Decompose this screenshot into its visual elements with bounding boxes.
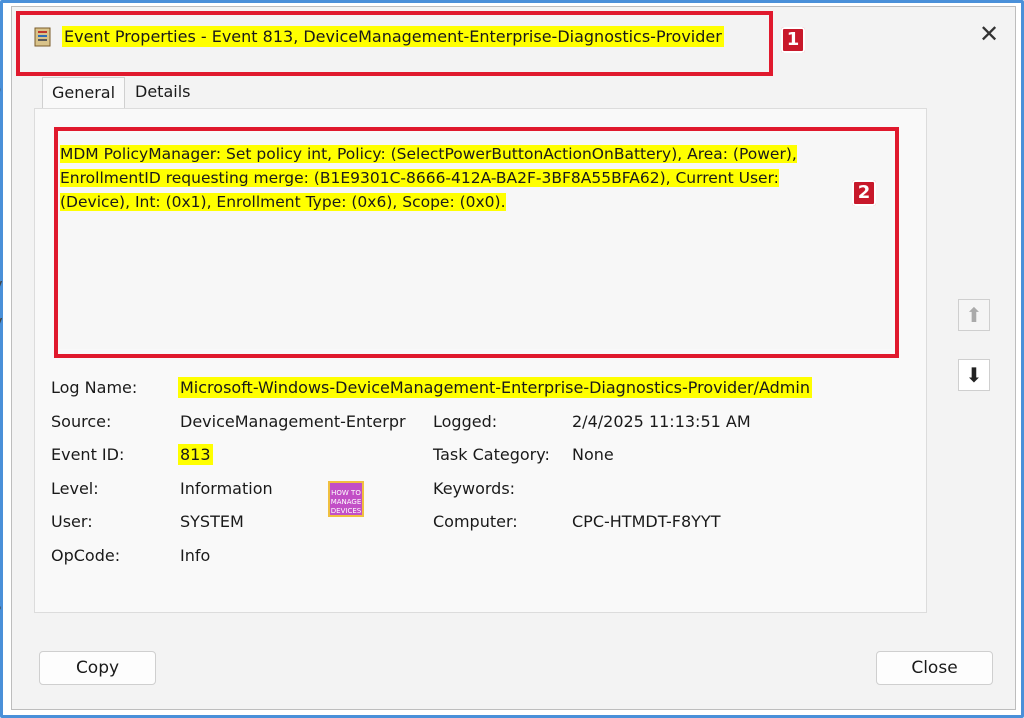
close-button[interactable]: Close (876, 651, 993, 685)
logo-line-2: MANAGE (330, 498, 362, 506)
logo-line-3: DEVICES (330, 507, 362, 515)
arrow-down-icon: ⬇ (965, 363, 983, 387)
bg-char: a (0, 488, 1, 506)
task-category-label: Task Category: (433, 445, 550, 464)
logged-label: Logged: (433, 412, 498, 431)
source-value: DeviceManagement-Enterpr (180, 412, 406, 431)
event-properties-window: Event Properties - Event 813, DeviceMana… (11, 6, 1016, 710)
annotation-badge-1: 1 (781, 27, 805, 53)
arrow-up-icon: ⬆ (965, 303, 983, 327)
annotation-badge-2: 2 (852, 180, 876, 206)
event-id-value: 813 (178, 444, 213, 465)
close-window-icon[interactable]: ✕ (974, 19, 1004, 49)
annotation-box-2 (54, 127, 899, 358)
bg-char: o (0, 80, 1, 98)
event-id-label: Event ID: (51, 445, 125, 464)
source-label: Source: (51, 412, 112, 431)
bg-char: V (0, 278, 2, 296)
tab-details[interactable]: Details (126, 77, 199, 107)
keywords-value (570, 478, 574, 480)
copy-button[interactable]: Copy (39, 651, 156, 685)
user-value: SYSTEM (180, 512, 244, 531)
computer-value: CPC-HTMDT-F8YYT (572, 512, 721, 531)
next-event-button[interactable]: ⬇ (958, 359, 990, 391)
bg-char: S (0, 597, 2, 615)
previous-event-button[interactable]: ⬆ (958, 299, 990, 331)
keywords-label: Keywords: (433, 479, 516, 498)
bg-char: V (0, 315, 2, 333)
opcode-label: OpCode: (51, 546, 121, 565)
log-name-value: Microsoft-Windows-DeviceManagement-Enter… (178, 377, 812, 398)
annotation-box-1 (16, 11, 773, 76)
user-label: User: (51, 512, 93, 531)
logged-value: 2/4/2025 11:13:51 AM (572, 412, 751, 431)
opcode-value: Info (180, 546, 211, 565)
level-label: Level: (51, 479, 99, 498)
level-value: Information (180, 479, 273, 498)
howtomanagedevices-logo: HOW TO MANAGE DEVICES (328, 481, 364, 517)
logo-line-1: HOW TO (331, 489, 361, 497)
computer-label: Computer: (433, 512, 518, 531)
task-category-value: None (572, 445, 614, 464)
log-name-label: Log Name: (51, 378, 138, 397)
tab-general[interactable]: General (42, 77, 126, 109)
